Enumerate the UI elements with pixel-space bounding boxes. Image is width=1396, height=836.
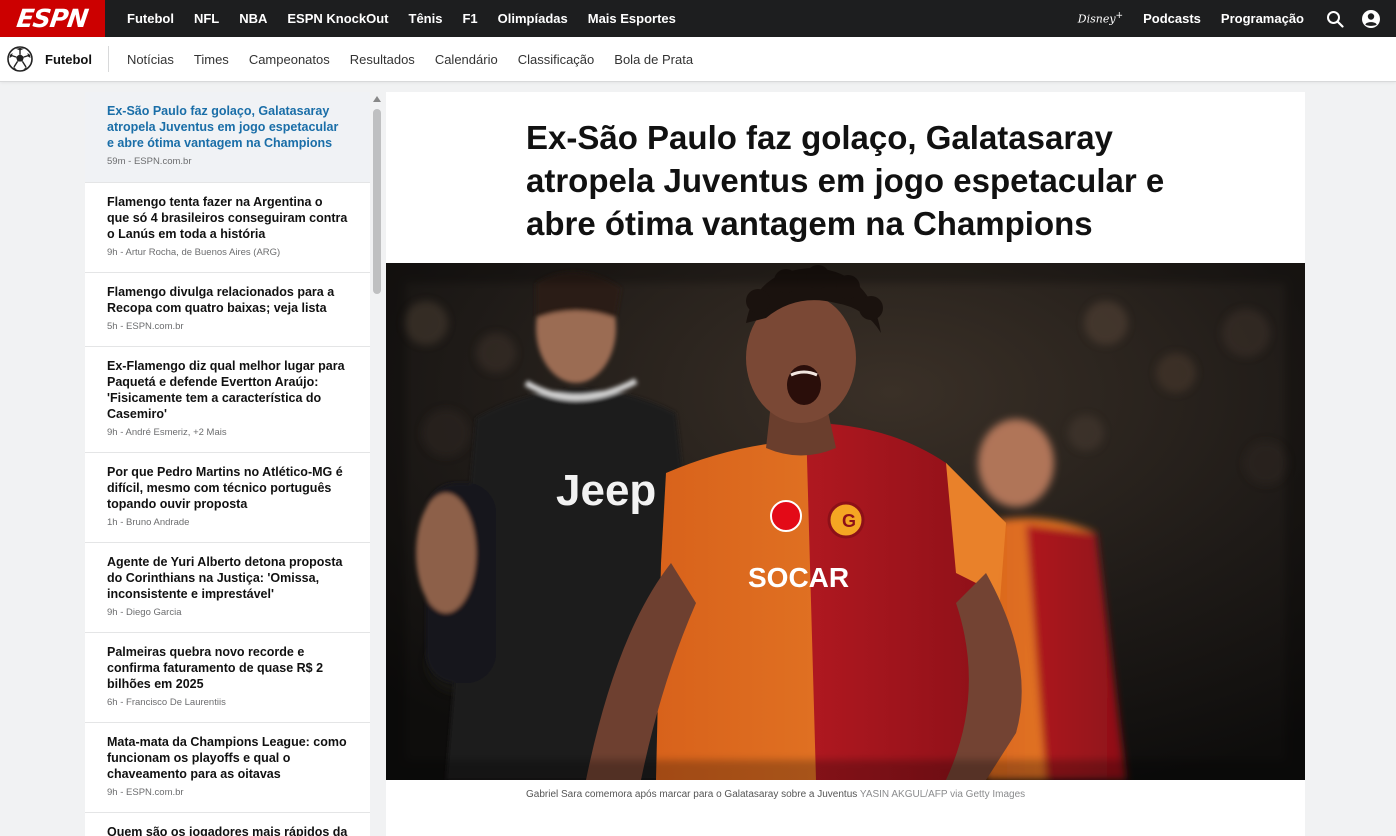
story-source: Bruno Andrade [126,517,190,528]
sidebar-story[interactable]: Flamengo divulga relacionados para a Rec… [85,273,370,347]
subnav-item-noticias[interactable]: Notícias [127,52,174,67]
subnav-item-campeonatos[interactable]: Campeonatos [249,52,330,67]
story-title: Mata-mata da Champions League: como func… [107,735,347,781]
story-time: 9h [107,787,118,798]
section-title[interactable]: Futebol [45,52,92,67]
hero-photo-illustration: Jeep G SOCAR [386,263,1305,780]
story-time: 6h [107,697,118,708]
story-source: ESPN.com.br [126,787,184,798]
topnav-item-nfl[interactable]: NFL [194,11,219,26]
story-title: Ex-Flamengo diz qual melhor lugar para P… [107,359,345,421]
story-time: 59m [107,156,126,167]
story-title: Quem são os jogadores mais rápidos da [107,825,348,836]
sidebar-story[interactable]: Palmeiras quebra novo recorde e confirma… [85,633,370,723]
scrollbar-thumb[interactable] [373,109,381,294]
subnav-item-times[interactable]: Times [194,52,229,67]
story-meta: 6h - Francisco De Laurentiis [107,697,226,708]
programacao-link[interactable]: Programação [1221,11,1304,26]
story-meta: 59m - ESPN.com.br [107,156,192,167]
story-source: ESPN.com.br [126,321,184,332]
topnav-item-nba[interactable]: NBA [239,11,267,26]
story-source: ESPN.com.br [133,156,192,167]
story-source: Artur Rocha, de Buenos Aires (ARG) [125,247,281,258]
photo-caption: Gabriel Sara comemora após marcar para o… [526,789,1025,800]
user-account-icon[interactable] [1360,8,1382,30]
topnav-item-f1[interactable]: F1 [462,11,477,26]
podcasts-link[interactable]: Podcasts [1143,11,1201,26]
espn-logo-text: ESPN [15,4,90,33]
search-icon[interactable] [1324,8,1346,30]
news-sidebar: Ex-São Paulo faz golaço, Galatasaray atr… [85,92,370,836]
story-source: Francisco De Laurentiis [126,697,226,708]
sidebar-story[interactable]: Por que Pedro Martins no Atlético-MG é d… [85,453,370,543]
sidebar-story[interactable]: Mata-mata da Champions League: como func… [85,723,370,813]
story-title: Flamengo tenta fazer na Argentina o que … [107,195,348,241]
caption-credit-agency[interactable]: YASIN AKGUL/AFP [860,789,947,800]
story-time: 1h [107,517,118,528]
story-title: Flamengo divulga relacionados para a Rec… [107,285,335,315]
sidebar-story[interactable]: Agente de Yuri Alberto detona proposta d… [85,543,370,633]
section-subnav: Notícias Times Campeonatos Resultados Ca… [127,52,713,67]
sidebar-story[interactable]: Ex-Flamengo diz qual melhor lugar para P… [85,347,370,453]
story-meta: 5h - ESPN.com.br [107,321,184,332]
topnav-item-olimpiadas[interactable]: Olimpíadas [498,11,568,26]
topnav-item-futebol[interactable]: Futebol [127,11,174,26]
top-right-actions: Disney+ Podcasts Programação [1078,0,1396,37]
disney-plus-logo-text: Disney [1077,12,1116,26]
topnav-item-tenis[interactable]: Tênis [409,11,443,26]
caption-credit-via: via Getty Images [950,789,1026,800]
sidebar-story[interactable]: Quem são os jogadores mais rápidos da [85,813,370,836]
section-navigation-bar: Futebol Notícias Times Campeonatos Resul… [0,37,1396,82]
section-divider [107,46,109,72]
topnav-item-mais-esportes[interactable]: Mais Esportes [588,11,676,26]
story-source: Diego Garcia [126,607,182,618]
sidebar-story-active[interactable]: Ex-São Paulo faz golaço, Galatasaray atr… [85,92,370,183]
story-meta: 9h - ESPN.com.br [107,787,184,798]
story-meta: 9h - Artur Rocha, de Buenos Aires (ARG) [107,247,281,258]
subnav-item-resultados[interactable]: Resultados [350,52,415,67]
scroll-up-arrow-icon[interactable] [373,96,381,102]
topnav-item-espn-knockout[interactable]: ESPN KnockOut [287,11,388,26]
top-navigation-bar: ESPN Futebol NFL NBA ESPN KnockOut Tênis… [0,0,1396,37]
disney-plus-logo-plus: + [1115,11,1124,22]
photo-jeep-text: Jeep [556,466,656,515]
story-meta: 9h - Diego Garcia [107,607,182,618]
story-source: André Esmeriz, +2 Mais [125,427,227,438]
photo-socar-text: SOCAR [748,562,849,593]
article-hero-photo[interactable]: Jeep G SOCAR [386,263,1305,780]
svg-text:G: G [842,511,856,531]
caption-text: Gabriel Sara comemora após marcar para o… [526,789,858,800]
story-title: Agente de Yuri Alberto detona proposta d… [107,555,343,601]
sidebar-story[interactable]: Flamengo tenta fazer na Argentina o que … [85,183,370,273]
story-time: 5h [107,321,118,332]
subnav-item-bola-de-prata[interactable]: Bola de Prata [614,52,693,67]
story-title: Palmeiras quebra novo recorde e confirma… [107,645,324,691]
subnav-item-calendario[interactable]: Calendário [435,52,498,67]
subnav-item-classificacao[interactable]: Classificação [518,52,595,67]
article-headline: Ex-São Paulo faz golaço, Galatasaray atr… [526,119,1165,242]
espn-logo[interactable]: ESPN [0,0,105,37]
sidebar-scrollbar[interactable] [370,92,385,836]
article-main: Ex-São Paulo faz golaço, Galatasaray atr… [386,92,1305,836]
disney-plus-logo[interactable]: Disney+ [1078,11,1123,26]
story-title: Ex-São Paulo faz golaço, Galatasaray atr… [107,104,339,150]
story-meta: 1h - Bruno Andrade [107,517,190,528]
story-time: 9h [107,247,118,258]
story-meta: 9h - André Esmeriz, +2 Mais [107,427,227,438]
story-time: 9h [107,427,118,438]
soccer-ball-icon [7,46,33,72]
story-time: 9h [107,607,118,618]
top-nav-list: Futebol NFL NBA ESPN KnockOut Tênis F1 O… [127,11,696,26]
story-title: Por que Pedro Martins no Atlético-MG é d… [107,465,343,511]
